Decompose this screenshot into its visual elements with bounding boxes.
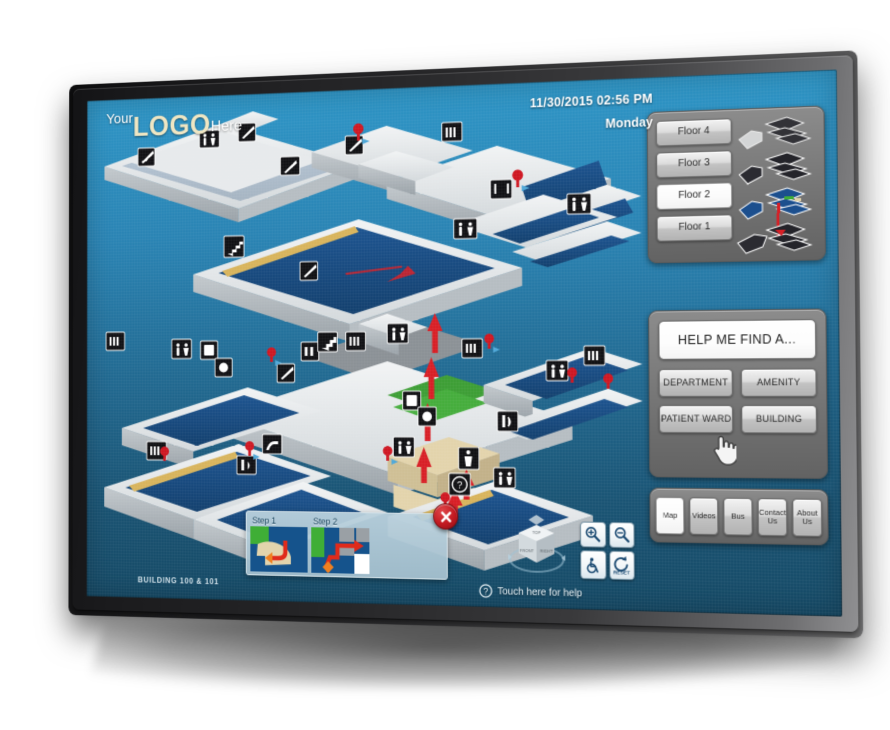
cube-face-top: TOP	[532, 530, 541, 535]
reset-view-button[interactable]: RESET	[608, 550, 635, 581]
kiosk-monitor: ? YourLOGOHere 11/30/2015 02:56 PM Monda…	[68, 50, 864, 639]
route-step-2-thumbnail	[311, 527, 370, 575]
route-step-1-label: Step 1	[252, 515, 277, 526]
logo-main: LOGO	[132, 109, 211, 143]
floor-button-list: Floor 4 Floor 3 Floor 2 Floor 1	[655, 118, 733, 248]
wheelchair-icon	[585, 557, 602, 574]
help-me-find-panel: HELP ME FIND A... DEPARTMENT AMENITY PAT…	[648, 308, 829, 479]
clock: 11/30/2015 02:56 PM Monday	[530, 91, 653, 133]
kiosk-screen: ? YourLOGOHere 11/30/2015 02:56 PM Monda…	[86, 69, 843, 617]
floor-selector-panel: Floor 4 Floor 3 Floor 2 Floor 1	[646, 105, 826, 264]
floor-button-2[interactable]: Floor 2	[656, 182, 733, 210]
nav-button-contact-us[interactable]: Contact Us	[757, 497, 788, 536]
clock-weekday: Monday	[605, 114, 653, 131]
map-view-controls: RESET	[580, 521, 635, 581]
find-button-patient-ward[interactable]: PATIENT WARD	[658, 405, 734, 434]
route-step-2-label: Step 2	[313, 516, 338, 527]
reset-arrow-icon: RESET	[611, 555, 633, 576]
nav-contact-line1: Contact	[758, 507, 787, 517]
nav-about-line1: About	[796, 507, 818, 518]
touch-for-help-label: Touch here for help	[497, 585, 583, 599]
find-button-amenity[interactable]: AMENITY	[740, 368, 817, 397]
find-button-department[interactable]: DEPARTMENT	[658, 368, 733, 397]
svg-text:?: ?	[457, 480, 463, 491]
floor-thumb-4	[739, 116, 810, 149]
reset-label: RESET	[613, 570, 630, 576]
floor-button-3[interactable]: Floor 3	[656, 150, 733, 179]
route-steps-panel: Step 1 Step 2	[245, 503, 459, 580]
route-step-1[interactable]: Step 1	[250, 515, 308, 573]
cube-face-right: RIGHT	[540, 548, 553, 553]
touch-for-help[interactable]: ? Touch here for help	[479, 584, 582, 601]
floor-stack-thumbnails[interactable]	[731, 112, 820, 258]
logo-suffix: Here	[210, 117, 243, 136]
zoom-out-button[interactable]	[608, 521, 635, 549]
nav-button-map[interactable]: Map	[655, 496, 685, 535]
bottom-nav-row: Map Videos Bus Contact Us About Us	[655, 495, 823, 538]
nav-button-videos[interactable]: Videos	[689, 496, 719, 535]
floor-thumb-3	[739, 152, 810, 184]
kiosk-scene: ? YourLOGOHere 11/30/2015 02:56 PM Monda…	[0, 0, 890, 730]
floor-button-1[interactable]: Floor 1	[656, 214, 733, 242]
find-category-grid: DEPARTMENT AMENITY PATIENT WARD BUILDING	[658, 368, 818, 434]
nav-button-bus[interactable]: Bus	[723, 497, 753, 536]
find-button-building[interactable]: BUILDING	[741, 405, 818, 434]
zoom-in-button[interactable]	[580, 521, 606, 548]
magnifier-plus-icon	[584, 526, 601, 544]
nav-button-about-us[interactable]: About Us	[792, 498, 823, 537]
nav-contact-line2: Us	[767, 515, 778, 526]
logo-prefix: Your	[106, 110, 133, 128]
close-x-icon	[439, 510, 452, 523]
monitor-bezel: ? YourLOGOHere 11/30/2015 02:56 PM Monda…	[72, 55, 859, 634]
route-step-1-thumbnail	[250, 526, 308, 573]
accessibility-button[interactable]	[580, 550, 606, 580]
floor-thumb-2-active	[739, 187, 811, 237]
bottom-nav-panel: Map Videos Bus Contact Us About Us	[649, 487, 829, 546]
route-step-2[interactable]: Step 2	[311, 516, 370, 575]
question-mark-icon: ?	[479, 584, 493, 599]
magnifier-minus-icon	[613, 526, 630, 544]
logo: YourLOGOHere	[106, 106, 242, 145]
find-panel-title: HELP ME FIND A...	[658, 319, 817, 360]
view-orientation-cube[interactable]: TOP FRONT RIGHT	[505, 512, 569, 580]
svg-text:?: ?	[483, 586, 488, 596]
floor-thumb-1	[738, 223, 811, 254]
clock-datetime: 11/30/2015 02:56 PM	[529, 91, 653, 111]
pointing-hand-cursor-icon	[709, 433, 737, 466]
nav-about-line2: Us	[802, 516, 813, 526]
cube-face-front: FRONT	[520, 548, 535, 553]
close-steps-button[interactable]	[433, 503, 459, 530]
floor-button-4[interactable]: Floor 4	[655, 118, 732, 147]
